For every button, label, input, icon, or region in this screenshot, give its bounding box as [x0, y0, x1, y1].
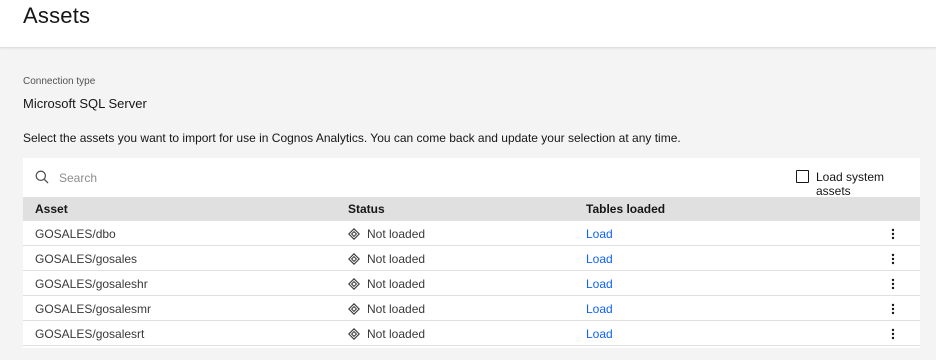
instructions-text: Select the assets you want to import for… — [23, 131, 681, 145]
table-body: GOSALES/dbo Not loaded Load GOSALES/gosa… — [23, 221, 920, 346]
load-link[interactable]: Load — [586, 327, 613, 341]
status-text: Not loaded — [367, 277, 426, 291]
column-header-status[interactable]: Status — [348, 202, 385, 216]
asset-name: GOSALES/gosales — [35, 252, 138, 266]
asset-name: GOSALES/gosaleshr — [35, 277, 148, 291]
page-header: Assets — [0, 0, 936, 48]
status-cell: Not loaded — [348, 302, 425, 316]
not-loaded-diamond-icon — [348, 278, 360, 290]
status-cell: Not loaded — [348, 252, 425, 266]
status-cell: Not loaded — [348, 277, 425, 291]
status-text: Not loaded — [367, 227, 426, 241]
table-row: GOSALES/gosalesrt Not loaded Load — [23, 321, 920, 346]
table-row: GOSALES/dbo Not loaded Load — [23, 221, 920, 246]
search-input[interactable] — [59, 167, 459, 189]
status-text: Not loaded — [367, 302, 426, 316]
load-link[interactable]: Load — [586, 277, 613, 291]
overflow-menu-icon[interactable] — [885, 226, 901, 242]
asset-name: GOSALES/dbo — [35, 227, 116, 241]
asset-name: GOSALES/gosalesrt — [35, 327, 145, 341]
status-cell: Not loaded — [348, 227, 425, 241]
load-link[interactable]: Load — [586, 252, 613, 266]
asset-name: GOSALES/gosalesmr — [35, 302, 152, 316]
status-cell: Not loaded — [348, 327, 425, 341]
column-header-asset[interactable]: Asset — [35, 202, 68, 216]
not-loaded-diamond-icon — [348, 253, 360, 265]
overflow-menu-icon[interactable] — [885, 301, 901, 317]
table-header: Asset Status Tables loaded — [23, 197, 920, 221]
search-row: Load system assets — [23, 158, 920, 198]
load-link[interactable]: Load — [586, 302, 613, 316]
connection-type-label: Connection type — [23, 76, 96, 87]
overflow-menu-icon[interactable] — [885, 276, 901, 292]
status-text: Not loaded — [367, 252, 426, 266]
table-row: GOSALES/gosaleshr Not loaded Load — [23, 271, 920, 296]
overflow-menu-icon[interactable] — [885, 251, 901, 267]
overflow-menu-icon[interactable] — [885, 326, 901, 342]
column-header-tables-loaded[interactable]: Tables loaded — [586, 202, 665, 216]
table-row: GOSALES/gosalesmr Not loaded Load — [23, 296, 920, 321]
status-text: Not loaded — [367, 327, 426, 341]
search-icon — [35, 170, 49, 184]
load-link[interactable]: Load — [586, 227, 613, 241]
assets-panel: Load system assets Asset Status Tables l… — [23, 158, 920, 348]
load-system-assets-label[interactable]: Load system assets — [816, 170, 920, 198]
not-loaded-diamond-icon — [348, 328, 360, 340]
load-system-assets-checkbox[interactable] — [796, 170, 809, 183]
not-loaded-diamond-icon — [348, 228, 360, 240]
not-loaded-diamond-icon — [348, 303, 360, 315]
connection-type-value: Microsoft SQL Server — [23, 96, 147, 111]
table-row: GOSALES/gosales Not loaded Load — [23, 246, 920, 271]
page-title: Assets — [23, 3, 91, 28]
